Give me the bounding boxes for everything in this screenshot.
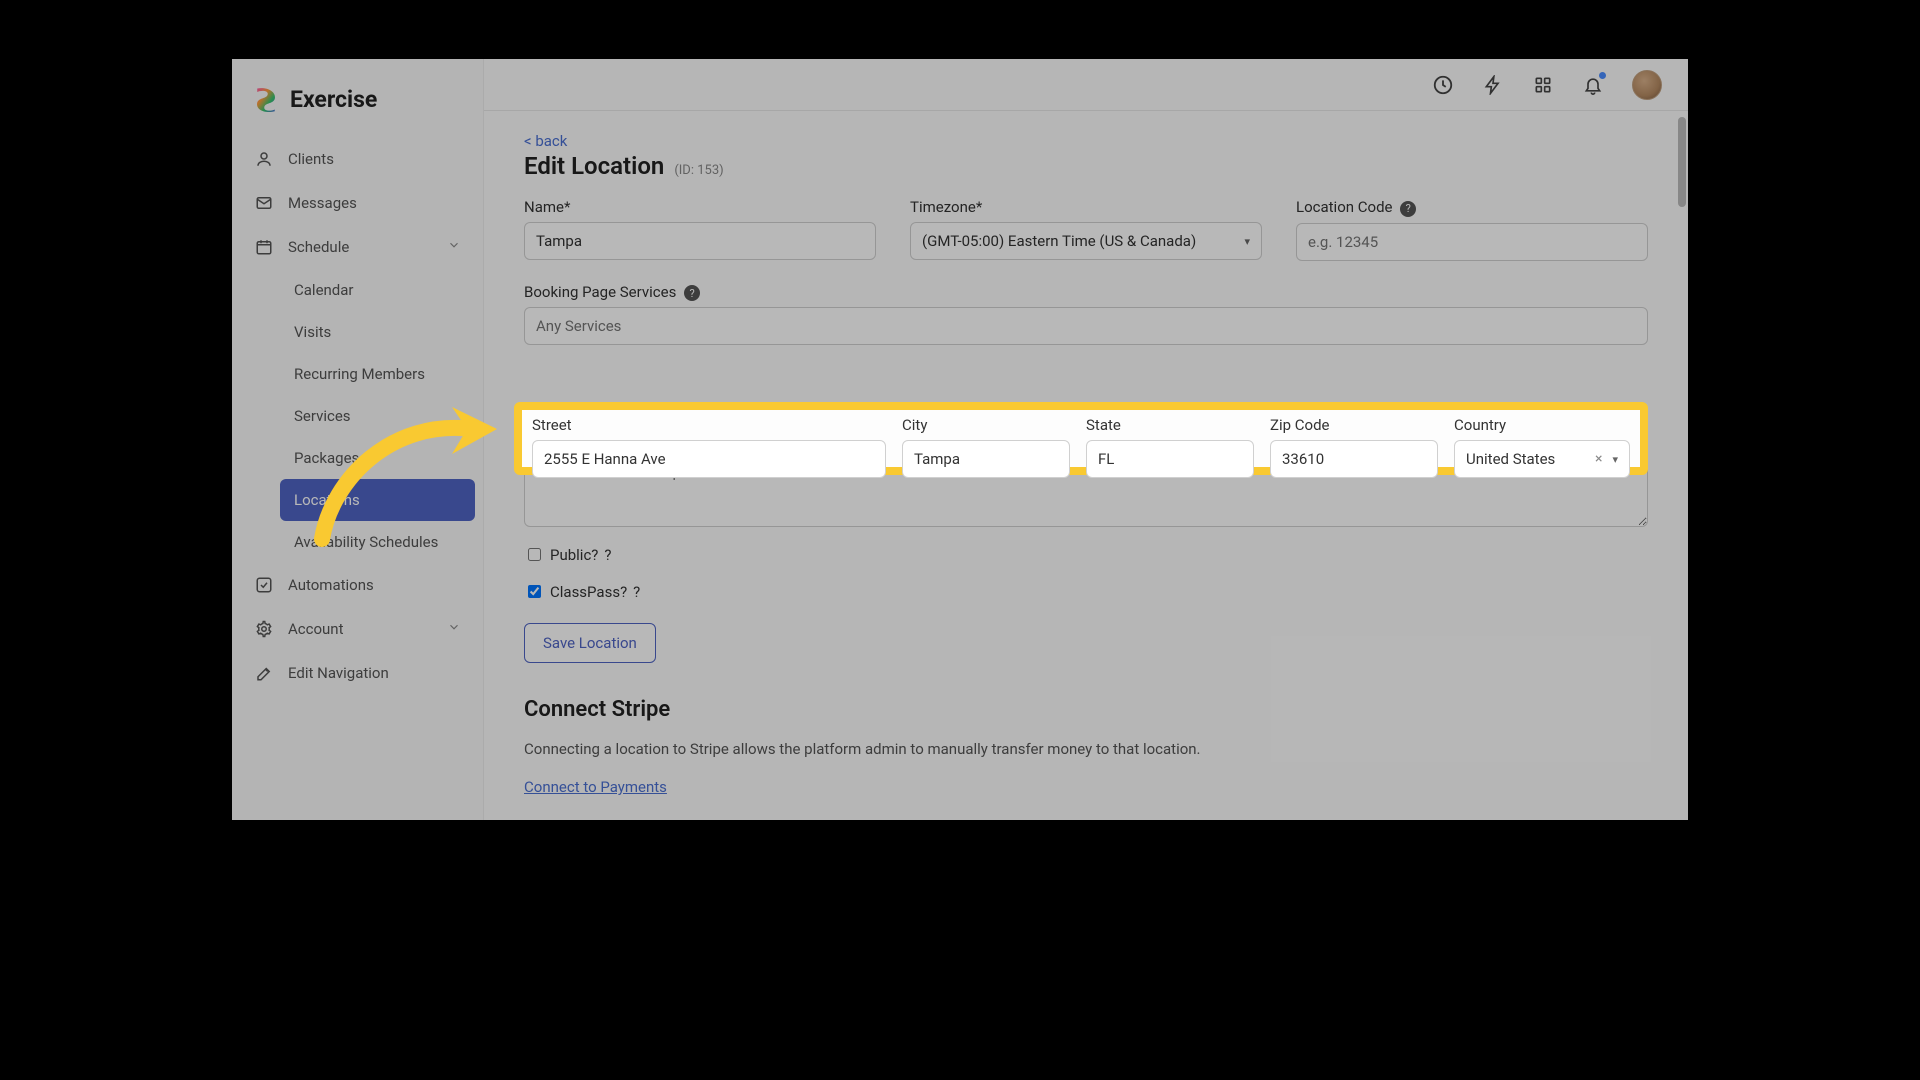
timezone-value: (GMT-05:00) Eastern Time (US & Canada) xyxy=(922,232,1196,250)
sidebar-item-schedule[interactable]: Schedule xyxy=(240,225,475,269)
sidebar-item-automations[interactable]: Automations xyxy=(240,563,475,607)
classpass-checkbox[interactable] xyxy=(528,585,541,598)
sidebar-item-label: Services xyxy=(294,407,351,425)
avatar[interactable] xyxy=(1632,70,1662,100)
nav: Clients Messages Schedule xyxy=(232,131,483,695)
content: < back Edit Location (ID: 153) Name* Tim… xyxy=(484,111,1688,820)
mail-icon xyxy=(254,193,274,213)
sidebar-item-label: Clients xyxy=(288,150,334,168)
sidebar-item-availability-schedules[interactable]: Availability Schedules xyxy=(280,521,475,563)
sidebar-item-calendar[interactable]: Calendar xyxy=(280,269,475,311)
sidebar-item-account[interactable]: Account xyxy=(240,607,475,651)
brand: Exercise xyxy=(232,59,483,131)
booking-services-label: Booking Page Services ? xyxy=(524,283,1648,302)
scrollbar-thumb[interactable] xyxy=(1678,117,1686,207)
sidebar-item-packages[interactable]: Packages xyxy=(280,437,475,479)
sidebar-item-edit-navigation[interactable]: Edit Navigation xyxy=(240,651,475,695)
sidebar-item-label: Messages xyxy=(288,194,357,212)
help-icon[interactable]: ? xyxy=(604,546,611,564)
check-square-icon xyxy=(254,575,274,595)
notification-dot xyxy=(1599,72,1606,79)
sidebar-item-label: Automations xyxy=(288,576,374,594)
booking-services-label-text: Booking Page Services xyxy=(524,283,676,301)
booking-services-input[interactable] xyxy=(524,307,1648,345)
brand-name: Exercise xyxy=(290,86,377,113)
brand-logo-icon xyxy=(252,85,280,113)
help-icon[interactable]: ? xyxy=(684,285,700,301)
sidebar-item-label: Calendar xyxy=(294,281,354,299)
user-icon xyxy=(254,149,274,169)
sidebar-item-label: Edit Navigation xyxy=(288,664,389,682)
page-id-badge: (ID: 153) xyxy=(674,163,723,178)
classpass-label: ClassPass? xyxy=(550,583,627,601)
schedule-subnav: Calendar Visits Recurring Members Servic… xyxy=(240,269,475,563)
sidebar-item-label: Packages xyxy=(294,449,359,467)
app-window: Exercise Clients Messages xyxy=(232,59,1688,820)
location-code-label-text: Location Code xyxy=(1296,198,1393,216)
sidebar-item-locations[interactable]: Locations xyxy=(280,479,475,521)
sidebar-item-label: Account xyxy=(288,620,344,638)
name-label: Name* xyxy=(524,198,876,216)
clock-icon[interactable] xyxy=(1432,74,1454,96)
sidebar-item-label: Availability Schedules xyxy=(294,533,438,551)
save-location-button[interactable]: Save Location xyxy=(524,623,656,663)
connect-payments-link[interactable]: Connect to Payments xyxy=(524,778,667,796)
description-textarea[interactable] xyxy=(524,453,1648,527)
gear-icon xyxy=(254,619,274,639)
lightning-icon[interactable] xyxy=(1482,74,1504,96)
edit-icon xyxy=(254,663,274,683)
public-label: Public? xyxy=(550,546,598,564)
sidebar-item-visits[interactable]: Visits xyxy=(280,311,475,353)
chevron-down-icon xyxy=(447,238,461,256)
connect-stripe-heading: Connect Stripe xyxy=(524,697,1648,722)
back-link[interactable]: < back xyxy=(524,132,567,150)
sidebar-item-clients[interactable]: Clients xyxy=(240,137,475,181)
apps-grid-icon[interactable] xyxy=(1532,74,1554,96)
public-checkbox[interactable] xyxy=(528,548,541,561)
timezone-label: Timezone* xyxy=(910,198,1262,216)
timezone-select[interactable]: (GMT-05:00) Eastern Time (US & Canada) ▾ xyxy=(910,222,1262,260)
sidebar-item-services[interactable]: Services xyxy=(280,395,475,437)
chevron-down-icon xyxy=(447,620,461,638)
name-input[interactable] xyxy=(524,222,876,260)
calendar-icon xyxy=(254,237,274,257)
description-label: Description xyxy=(524,429,1648,447)
sidebar-item-label: Locations xyxy=(294,491,360,509)
topbar xyxy=(484,59,1688,111)
main: < back Edit Location (ID: 153) Name* Tim… xyxy=(484,59,1688,820)
location-code-input[interactable] xyxy=(1296,223,1648,261)
bell-icon[interactable] xyxy=(1582,74,1604,96)
connect-stripe-description: Connecting a location to Stripe allows t… xyxy=(524,740,1648,758)
sidebar-item-label: Visits xyxy=(294,323,331,341)
location-code-label: Location Code ? xyxy=(1296,198,1648,217)
help-icon[interactable]: ? xyxy=(1400,201,1416,217)
sidebar-item-messages[interactable]: Messages xyxy=(240,181,475,225)
page-title: Edit Location xyxy=(524,152,664,180)
sidebar-item-label: Recurring Members xyxy=(294,365,425,383)
help-icon[interactable]: ? xyxy=(633,583,640,601)
caret-down-icon: ▾ xyxy=(1244,235,1250,248)
sidebar-item-label: Schedule xyxy=(288,238,349,256)
sidebar-item-recurring-members[interactable]: Recurring Members xyxy=(280,353,475,395)
sidebar: Exercise Clients Messages xyxy=(232,59,484,820)
